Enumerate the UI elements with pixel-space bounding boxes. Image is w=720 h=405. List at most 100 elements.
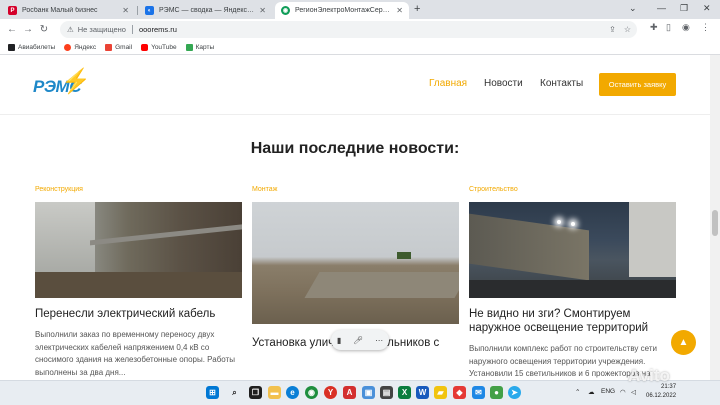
bookmark-maps[interactable]: Карты [185, 43, 214, 51]
window-close-icon[interactable]: ✕ [703, 3, 711, 14]
bookmark-yandex[interactable]: Яндекс [64, 43, 96, 51]
share-icon[interactable]: ⇪ [609, 25, 616, 34]
card-category[interactable]: Строительство [469, 186, 676, 196]
tab-rosbank[interactable]: Р Росбанк Малый бизнес ✕ [2, 2, 135, 19]
bookmark-star-icon[interactable]: ☆ [624, 25, 631, 34]
card-title[interactable]: Перенесли электрический кабель [35, 307, 242, 321]
tab-yandex-metrika[interactable]: ◐ РЭМС — сводка — Яндекс.Мет ✕ [139, 2, 272, 19]
address-bar[interactable]: ⚠ Не защищено ooorems.ru ⇪ ☆ [60, 21, 637, 38]
task-view-icon[interactable]: ❐ [249, 386, 262, 399]
edge-icon[interactable]: e [286, 386, 299, 399]
tray-chevron-icon[interactable]: ⌃ [575, 388, 580, 396]
app-green-icon[interactable]: ● [490, 386, 503, 399]
microphone-icon[interactable]: 🎤︎ [353, 336, 363, 345]
close-icon[interactable]: ✕ [122, 6, 129, 15]
file-explorer-icon[interactable]: ▬ [268, 386, 281, 399]
section-title: Наши последние новости: [250, 140, 460, 157]
close-icon[interactable]: ✕ [396, 6, 403, 15]
search-icon[interactable]: ⌕ [228, 386, 241, 399]
metrika-favicon-icon: ◐ [145, 6, 154, 15]
card-category[interactable]: Монтаж [252, 186, 459, 196]
forward-arrow-icon[interactable]: → [20, 24, 36, 35]
os-taskbar: ⊞ ⌕ ❐ ▬ e ◉ Y A ▣ ▤ X W ▰ ◆ ✉ ● ➤ ⌃ ☁ EN… [0, 380, 720, 405]
new-tab-button[interactable]: + [414, 3, 420, 15]
rems-favicon-icon: ◉ [281, 6, 290, 15]
avito-watermark: Avito [628, 366, 670, 385]
security-status[interactable]: Не защищено [78, 25, 126, 34]
word-icon[interactable]: W [416, 386, 429, 399]
tab-title: РЭМС — сводка — Яндекс.Мет [159, 7, 256, 14]
extensions-puzzle-icon[interactable]: ✚ [650, 22, 658, 33]
plane-icon [8, 43, 15, 51]
more-options-icon[interactable]: ⋯ [375, 336, 383, 345]
street-lamp-icon [571, 222, 575, 226]
acrobat-icon[interactable]: A [343, 386, 356, 399]
nav-home[interactable]: Главная [429, 78, 467, 89]
arrow-up-icon: ▲ [678, 337, 689, 348]
omnibox-divider [131, 25, 133, 34]
folder-icon[interactable]: ▰ [434, 386, 447, 399]
lightning-bolt-icon: ⚡ [61, 68, 91, 95]
minimize-icon[interactable]: — [657, 3, 666, 13]
drag-handle-icon[interactable]: ▮ [337, 336, 341, 345]
bookmark-gmail[interactable]: Gmail [105, 43, 132, 51]
bookmark-youtube[interactable]: YouTube [141, 43, 177, 51]
telegram-icon[interactable]: ➤ [508, 386, 521, 399]
bookmark-aviabilety[interactable]: Авиабилеты [8, 43, 55, 51]
excel-icon[interactable]: X [398, 386, 411, 399]
warning-triangle-icon[interactable]: ⚠ [67, 25, 74, 34]
volume-icon[interactable]: ◁ [631, 388, 636, 396]
site-header: РЭМС ⚡ Главная Новости Контакты Оставить… [0, 55, 710, 115]
street-lamp-icon [557, 220, 561, 224]
card-title[interactable]: Не видно ни зги? Смонтируем наружное осв… [469, 307, 676, 335]
card-category[interactable]: Реконструкция [35, 186, 242, 196]
web-page: РЭМС ⚡ Главная Новости Контакты Оставить… [0, 55, 720, 380]
news-card[interactable]: Реконструкция Перенесли электрический ка… [35, 186, 242, 379]
reload-icon[interactable]: ↻ [36, 24, 52, 35]
yandex-icon [64, 43, 72, 51]
app-icon[interactable]: ▤ [380, 386, 393, 399]
clock-date: 06.12.2022 [646, 393, 677, 399]
browser-toolbar: ← → ↻ ⚠ Не защищено ooorems.ru ⇪ ☆ ✚ ▯ ◉… [0, 19, 720, 40]
card-image[interactable] [252, 202, 459, 324]
windows-start-icon[interactable]: ⊞ [206, 386, 219, 399]
profile-avatar-icon[interactable]: ◉ [682, 22, 690, 33]
page-scrollbar[interactable] [710, 55, 720, 380]
site-logo[interactable]: РЭМС ⚡ [33, 68, 95, 101]
tractor-icon [397, 252, 411, 259]
leave-request-button[interactable]: Оставить заявку [599, 73, 676, 96]
kebab-menu-icon[interactable]: ⋮ [701, 22, 710, 33]
mail-icon[interactable]: ✉ [472, 386, 485, 399]
tab-rems-active[interactable]: ◉ РегионЭлектроМонтажСервис ✕ [275, 2, 409, 19]
card-image[interactable] [35, 202, 242, 298]
app-red-icon[interactable]: ◆ [453, 386, 466, 399]
tab-search-chevron-icon[interactable]: ⌄ [629, 3, 637, 14]
close-icon[interactable]: ✕ [259, 6, 266, 15]
sidebar-icon[interactable]: ▯ [666, 22, 671, 33]
news-card[interactable]: Монтаж Установка уличных светильников с [252, 186, 459, 350]
nav-contacts[interactable]: Контакты [540, 78, 583, 89]
tab-title: РегионЭлектроМонтажСервис [295, 7, 393, 14]
scroll-to-top-button[interactable]: ▲ [671, 330, 696, 355]
maximize-icon[interactable]: ❐ [680, 3, 688, 14]
tab-strip: Р Росбанк Малый бизнес ✕ ◐ РЭМС — сводка… [0, 0, 720, 19]
nav-news[interactable]: Новости [484, 78, 523, 89]
scrollbar-thumb[interactable] [712, 210, 718, 236]
language-indicator[interactable]: ENG [601, 388, 615, 395]
rosbank-favicon-icon: Р [8, 6, 17, 15]
youtube-icon [141, 43, 149, 51]
media-controls: ▮ 🎤︎ ⋯ [331, 330, 389, 350]
tab-title: Росбанк Малый бизнес [22, 7, 98, 14]
yandex-browser-icon[interactable]: Y [324, 386, 337, 399]
cloud-icon[interactable]: ☁ [588, 388, 595, 396]
url-text[interactable]: ooorems.ru [139, 25, 177, 34]
maps-pin-icon [185, 43, 193, 51]
card-image[interactable] [469, 202, 676, 298]
tab-separator [137, 6, 138, 15]
photos-icon[interactable]: ▣ [362, 386, 375, 399]
back-arrow-icon[interactable]: ← [4, 24, 20, 35]
news-card[interactable]: Строительство Не видно ни зги? Смонтируе… [469, 186, 676, 380]
gmail-icon [105, 43, 113, 51]
chrome-icon[interactable]: ◉ [305, 386, 318, 399]
wifi-icon[interactable]: ◠ [620, 388, 626, 396]
